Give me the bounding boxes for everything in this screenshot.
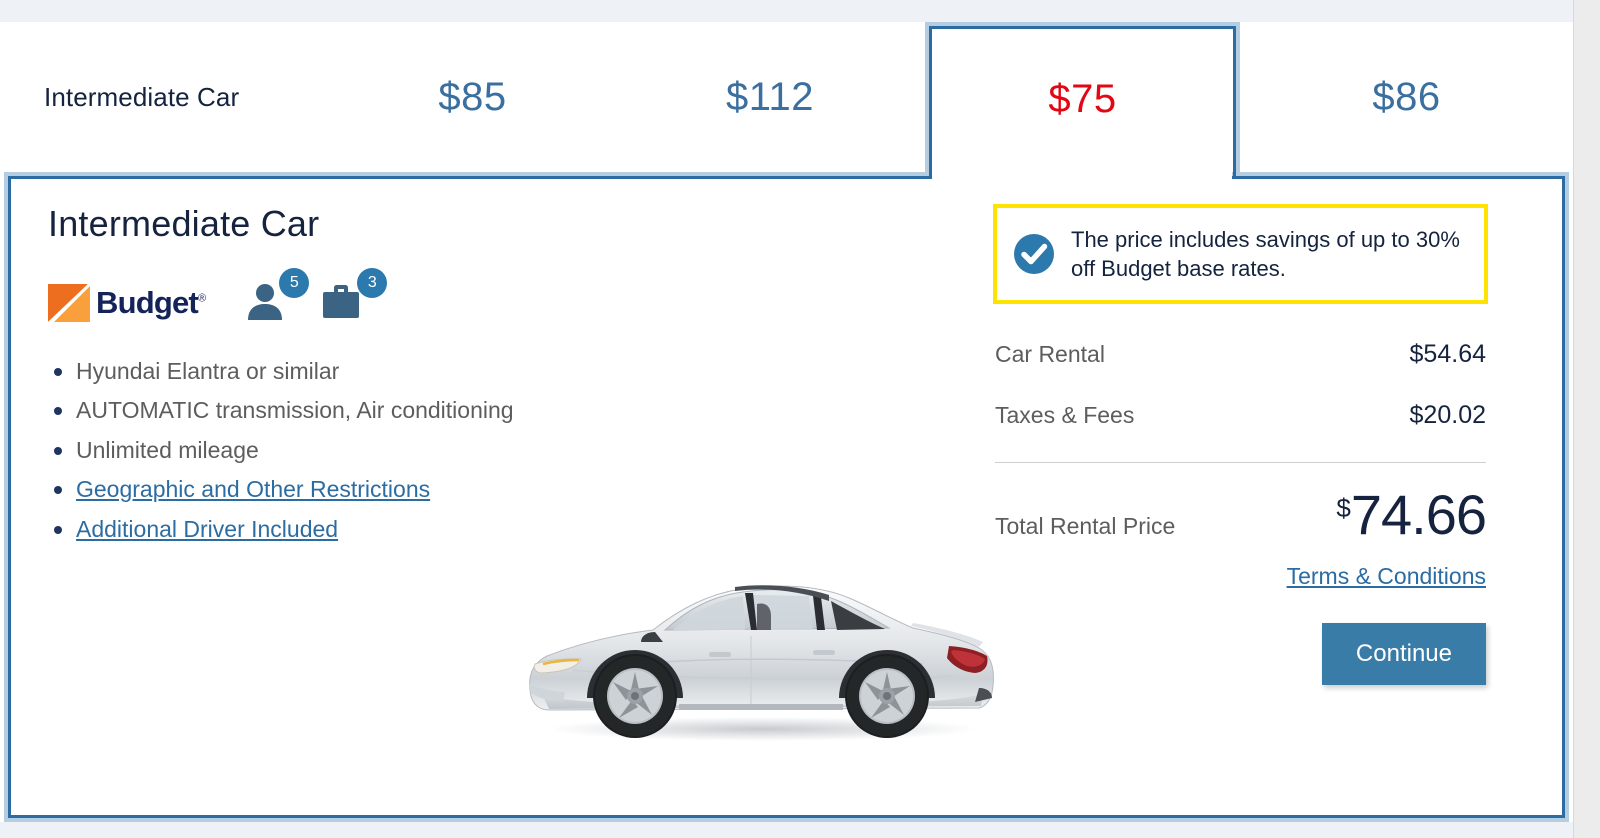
price-line-car-rental: Car Rental $54.64 — [993, 340, 1488, 369]
taxes-fees-value: $20.02 — [1409, 401, 1486, 430]
car-features-list: Hyundai Elantra or similar AUTOMATIC tra… — [48, 356, 528, 545]
list-item: AUTOMATIC transmission, Air conditioning — [48, 395, 528, 426]
tab-price-85-text: $85 — [438, 74, 507, 119]
car-photo — [513, 546, 1013, 746]
check-circle-icon — [1013, 233, 1055, 275]
budget-mark-icon — [48, 283, 92, 322]
budget-wordmark: Budget® — [96, 285, 206, 321]
budget-logo: Budget® — [48, 283, 206, 322]
brand-and-capacity-row: Budget® 5 3 — [48, 268, 668, 326]
tab-price-112[interactable]: $112 — [615, 22, 925, 172]
tab-price-86[interactable]: $86 — [1240, 22, 1573, 172]
luggage-count-badge: 3 — [357, 268, 388, 299]
feature-text: Unlimited mileage — [76, 436, 259, 463]
total-currency-symbol: $ — [1336, 493, 1351, 524]
tab-price-112-text: $112 — [725, 74, 814, 119]
car-info-column: Intermediate Car Budget® 5 3 Hyundai Ela… — [48, 204, 668, 553]
list-item: Additional Driver Included — [48, 514, 528, 545]
person-icon: 5 — [245, 268, 310, 325]
bottom-background-strip — [0, 822, 1573, 838]
passenger-count-badge: 5 — [279, 268, 310, 299]
list-item: Unlimited mileage — [48, 435, 528, 466]
taxes-fees-label: Taxes & Fees — [995, 402, 1135, 429]
list-item: Hyundai Elantra or similar — [48, 356, 528, 387]
terms-row: Terms & Conditions — [993, 563, 1488, 590]
tab-category-text: Intermediate Car — [44, 81, 240, 112]
additional-driver-link[interactable]: Additional Driver Included — [76, 516, 338, 542]
budget-registered-icon: ® — [197, 292, 206, 305]
luggage-capacity: 3 — [319, 268, 388, 325]
tab-price-75-selected[interactable]: $75 — [925, 22, 1240, 176]
car-rental-label: Car Rental — [995, 341, 1105, 368]
top-background-strip — [0, 0, 1573, 22]
selected-tab-joint-mask — [932, 165, 1232, 179]
geographic-restrictions-link[interactable]: Geographic and Other Restrictions — [76, 476, 430, 502]
tab-price-86-text: $86 — [1372, 74, 1441, 119]
total-amount-number: 74.66 — [1350, 483, 1487, 547]
savings-message: The price includes savings of up to 30% … — [1071, 227, 1460, 282]
page-gutter — [1573, 0, 1600, 838]
panel-body: Intermediate Car Budget® 5 3 Hyundai Ela… — [8, 176, 1565, 818]
briefcase-icon: 3 — [319, 268, 388, 325]
total-rental-price-row: Total Rental Price $74.66 — [993, 487, 1488, 543]
price-line-taxes-fees: Taxes & Fees $20.02 — [993, 401, 1488, 430]
car-rental-value: $54.64 — [1409, 340, 1486, 369]
car-title: Intermediate Car — [48, 203, 320, 244]
pricing-column: The price includes savings of up to 30% … — [993, 204, 1488, 686]
continue-row: Continue — [993, 623, 1488, 686]
list-item: Geographic and Other Restrictions — [48, 474, 528, 505]
total-rental-price-value: $74.66 — [1336, 487, 1487, 543]
feature-text: Hyundai Elantra or similar — [76, 357, 340, 384]
feature-text: AUTOMATIC transmission, Air conditioning — [76, 397, 514, 424]
budget-wordmark-text: Budget — [96, 285, 199, 321]
car-detail-panel: Intermediate Car Budget® 5 3 Hyundai Ela… — [4, 172, 1569, 822]
car-selection-screen: Intermediate Car $85 $112 $75 $86 Interm… — [0, 0, 1600, 838]
savings-banner: The price includes savings of up to 30% … — [993, 204, 1488, 305]
passenger-capacity: 5 — [245, 268, 310, 325]
total-rental-price-label: Total Rental Price — [995, 513, 1176, 540]
tab-price-75-text: $75 — [1048, 76, 1117, 121]
terms-and-conditions-link[interactable]: Terms & Conditions — [1287, 563, 1486, 589]
tab-category-label[interactable]: Intermediate Car — [0, 22, 330, 172]
pricing-divider — [995, 462, 1486, 464]
continue-button[interactable]: Continue — [1321, 623, 1486, 686]
price-tab-row: Intermediate Car $85 $112 $75 $86 — [0, 22, 1573, 176]
tab-price-85[interactable]: $85 — [330, 22, 615, 172]
